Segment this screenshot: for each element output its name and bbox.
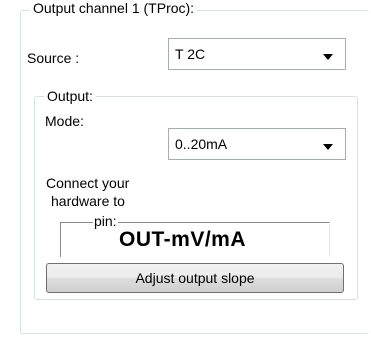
output-channel-group-title: Output channel 1 (TProc): [30,0,198,16]
chevron-down-icon [323,54,333,60]
source-dropdown-value: T 2C [175,46,206,62]
mode-dropdown-value: 0..20mA [175,136,228,152]
connect-hint-line2: hardware to [51,193,125,209]
chevron-down-icon [323,144,333,150]
adjust-output-slope-button[interactable]: Adjust output slope [46,263,344,293]
mode-dropdown[interactable]: 0..20mA [168,128,346,160]
source-dropdown[interactable]: T 2C [168,38,346,70]
connect-hint-line1: Connect your [46,175,130,191]
pin-label: pin: [93,213,118,229]
output-group-title: Output: [44,88,96,104]
mode-label: Mode: [45,113,84,129]
pin-value: OUT-mV/mA [119,228,247,251]
source-label: Source : [27,50,80,66]
